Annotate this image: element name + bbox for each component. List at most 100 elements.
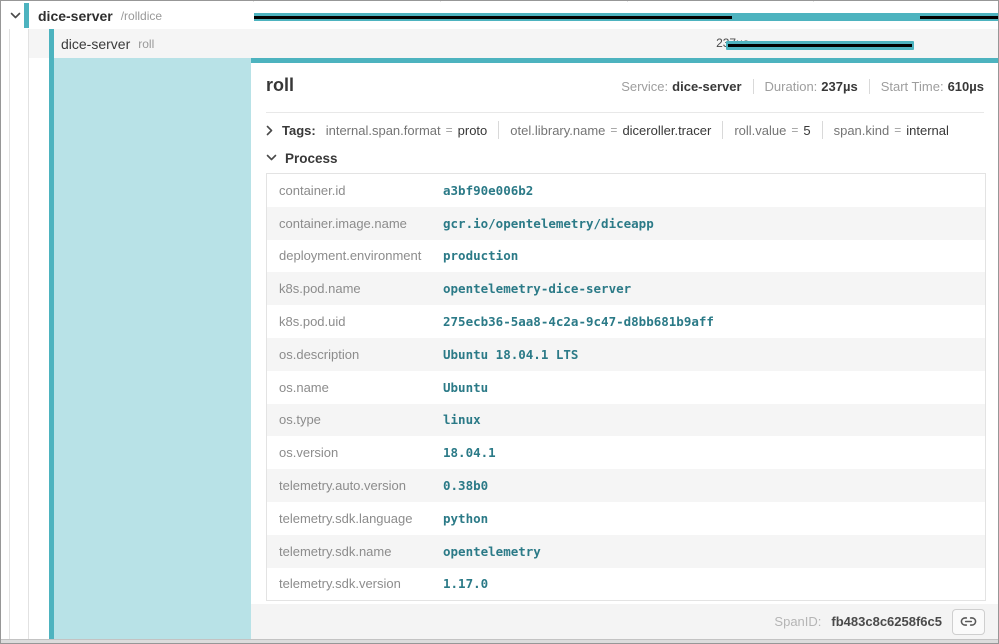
start-time-label: Start Time: [881,79,944,94]
process-table-row: os.description Ubuntu 18.04.1 LTS [267,338,985,371]
span-bar-roll[interactable] [726,41,914,50]
process-table-row: telemetry.sdk.name opentelemetry [267,535,985,568]
span-color-accent [24,3,29,28]
process-key: deployment.environment [267,248,443,263]
process-table-row: telemetry.sdk.language python [267,502,985,535]
tags-expander-row[interactable]: Tags: internal.span.format = proto otel.… [266,117,984,143]
start-time-value: 610µs [948,79,984,94]
process-table-row: container.image.name gcr.io/opentelemetr… [267,207,985,240]
span-operation-name: /rolldice [121,9,162,23]
header-divider [266,112,984,113]
span-service-name: dice-server [38,8,113,24]
tag-separator [822,121,823,139]
span-row-rolldice[interactable]: dice-server /rolldice [1,2,998,29]
process-key: telemetry.sdk.version [267,576,443,591]
meta-separator [869,79,870,94]
process-table-row: telemetry.auto.version 0.38b0 [267,469,985,502]
process-table-row: deployment.environment production [267,240,985,273]
process-value: production [443,248,518,263]
process-key: telemetry.sdk.name [267,544,443,559]
process-key: os.type [267,412,443,427]
tag-equals: = [610,123,617,137]
process-table-row: telemetry.sdk.version 1.17.0 [267,568,985,601]
tag-key: internal.span.format [326,123,441,138]
span-bar-child-marker [254,16,732,19]
tag-separator [498,121,499,139]
process-value: opentelemetry [443,544,541,559]
process-value: opentelemetry-dice-server [443,281,631,296]
tag-item: internal.span.format = proto [326,123,488,138]
meta-separator [753,79,754,94]
span-detail-title: roll [266,75,294,96]
tree-indent-guide [9,29,10,639]
jaeger-trace-timeline-view: dice-server /rolldice dice-server roll 2… [0,0,999,644]
tag-equals: = [791,123,798,137]
process-table-row: os.name Ubuntu [267,371,985,404]
spanid-value: fb483c8c6258f6c5 [831,614,942,629]
process-value: 0.38b0 [443,478,488,493]
span-row-roll[interactable]: dice-server roll 237µs [29,29,998,58]
tag-key: span.kind [834,123,890,138]
process-table-row: os.type linux [267,404,985,437]
process-value: Ubuntu [443,380,488,395]
tag-item: otel.library.name = diceroller.tracer [510,123,711,138]
tag-value: diceroller.tracer [622,123,711,138]
tag-value: 5 [803,123,810,138]
tag-value: internal [906,123,949,138]
process-key: telemetry.sdk.language [267,511,443,526]
tag-value: proto [458,123,488,138]
process-key: container.image.name [267,216,443,231]
tag-equals: = [446,123,453,137]
span-detail-panel: roll Service: dice-server Duration: 237µ… [251,58,998,639]
link-icon [960,613,977,630]
span-detail-footer: SpanID: fb483c8c6258f6c5 [251,604,998,639]
span-bar-stripe [728,44,912,47]
process-value: 18.04.1 [443,445,496,460]
tag-separator [722,121,723,139]
tag-key: otel.library.name [510,123,605,138]
tags-label[interactable]: Tags: [282,123,316,138]
service-label: Service: [621,79,668,94]
tree-indent-guide [28,29,29,639]
process-table-row: k8s.pod.name opentelemetry-dice-server [267,272,985,305]
page-bottom-strip [1,639,998,644]
process-value: a3bf90e006b2 [443,183,533,198]
process-key: k8s.pod.uid [267,314,443,329]
process-key: os.name [267,380,443,395]
selected-span-fill [54,58,251,639]
process-label[interactable]: Process [285,151,338,166]
process-value: python [443,511,488,526]
process-key: os.description [267,347,443,362]
process-value: 275ecb36-5aa8-4c2a-9c47-d8bb681b9aff [443,314,714,329]
process-table-row: os.version 18.04.1 [267,436,985,469]
chevron-down-icon[interactable] [266,154,277,162]
tag-key: roll.value [734,123,786,138]
process-table-row: container.id a3bf90e006b2 [267,174,985,207]
duration-label: Duration: [765,79,818,94]
process-key: os.version [267,445,443,460]
span-bar-rolldice[interactable] [254,13,999,21]
process-table: container.id a3bf90e006b2 container.imag… [266,173,986,601]
span-operation-name: roll [138,37,154,51]
spanid-label: SpanID: [774,614,821,629]
tag-item: roll.value = 5 [734,123,810,138]
process-key: k8s.pod.name [267,281,443,296]
process-table-row: k8s.pod.uid 275ecb36-5aa8-4c2a-9c47-d8bb… [267,305,985,338]
tag-item: span.kind = internal [834,123,949,138]
collapse-chevron-icon[interactable] [7,8,23,24]
span-detail-meta: Service: dice-server Duration: 237µs Sta… [621,79,984,94]
duration-value: 237µs [821,79,857,94]
service-value: dice-server [672,79,741,94]
span-bar-child-marker [920,16,999,19]
span-service-name: dice-server [61,36,130,52]
process-expander-row[interactable]: Process [266,149,984,167]
process-value: linux [443,412,481,427]
process-value: gcr.io/opentelemetry/diceapp [443,216,654,231]
process-value: 1.17.0 [443,576,488,591]
deep-link-button[interactable] [952,609,985,635]
process-key: telemetry.auto.version [267,478,443,493]
chevron-right-icon[interactable] [266,125,274,136]
tag-equals: = [894,123,901,137]
process-value: Ubuntu 18.04.1 LTS [443,347,578,362]
process-key: container.id [267,183,443,198]
